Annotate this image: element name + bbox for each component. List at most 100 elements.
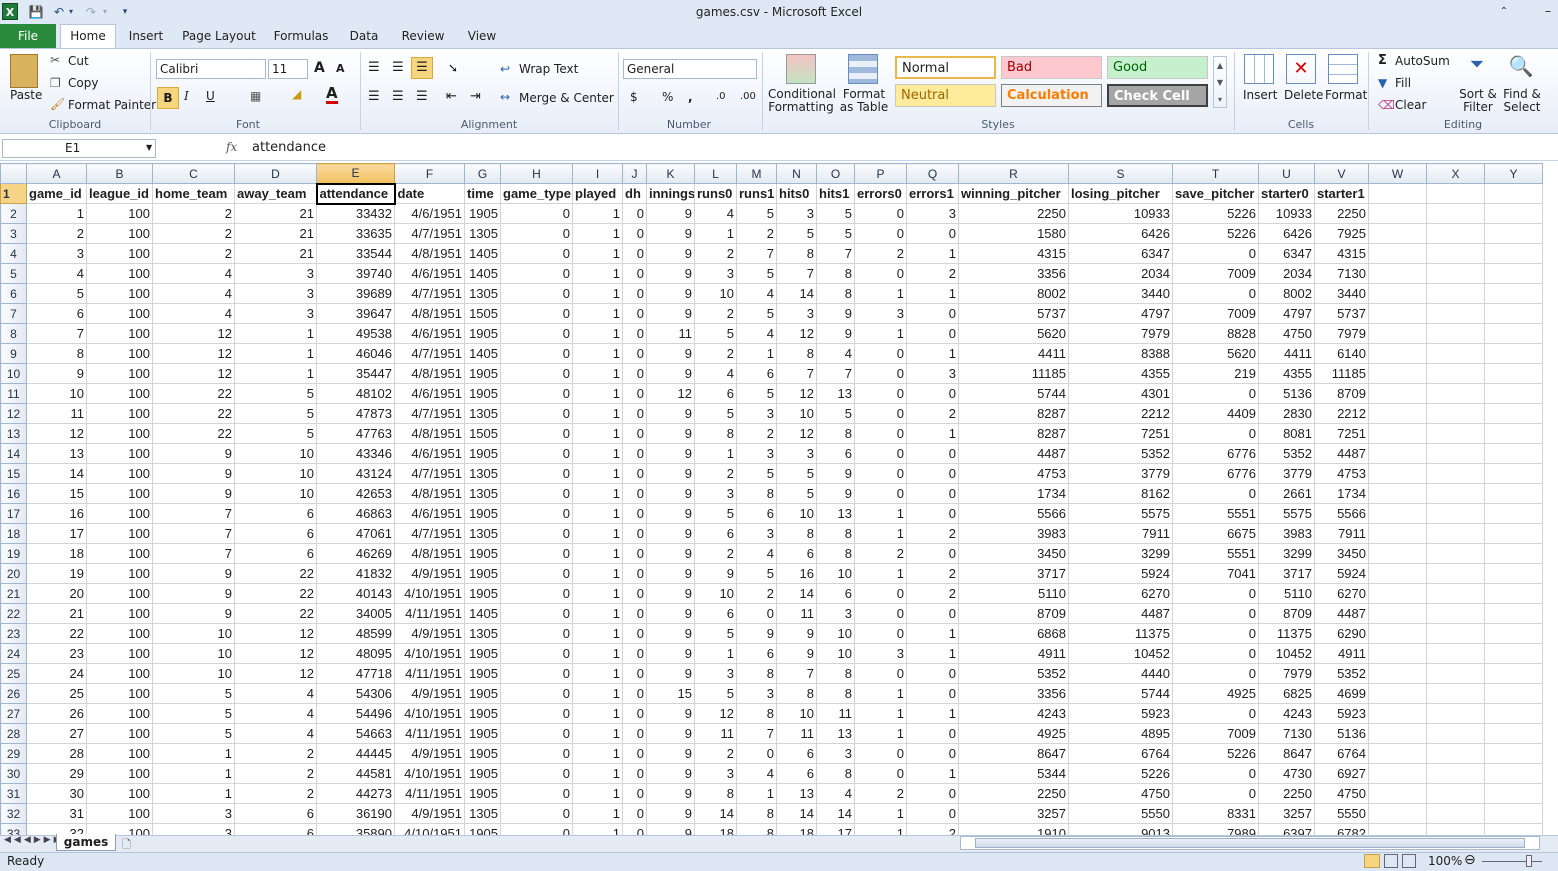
cell[interactable]: 5 bbox=[26, 283, 87, 304]
cell[interactable]: 1 bbox=[906, 423, 959, 444]
cell[interactable]: hits0 bbox=[776, 183, 817, 204]
cell[interactable]: 5352 bbox=[1258, 443, 1315, 464]
cell[interactable]: 5 bbox=[234, 383, 317, 404]
cell[interactable]: 0 bbox=[622, 403, 647, 424]
cell[interactable]: 8709 bbox=[958, 603, 1069, 624]
cell[interactable]: 4 bbox=[816, 343, 855, 364]
cell[interactable]: 4315 bbox=[958, 243, 1069, 264]
row-header[interactable]: 29 bbox=[0, 743, 27, 764]
formula-input[interactable]: attendance bbox=[252, 140, 326, 155]
cell[interactable]: 1 bbox=[854, 503, 907, 524]
cell[interactable]: 2 bbox=[26, 223, 87, 244]
autosum-button[interactable]: AutoSum bbox=[1395, 54, 1450, 68]
cell[interactable]: 8 bbox=[736, 483, 777, 504]
cell[interactable] bbox=[1368, 463, 1427, 484]
cell[interactable] bbox=[1368, 483, 1427, 504]
cell[interactable]: 2 bbox=[854, 783, 907, 804]
cell[interactable]: starter0 bbox=[1258, 183, 1315, 204]
cell[interactable]: 0 bbox=[622, 223, 647, 244]
cell[interactable] bbox=[1426, 523, 1485, 544]
cell[interactable]: 7009 bbox=[1172, 263, 1259, 284]
cell[interactable]: 100 bbox=[86, 683, 153, 704]
cell[interactable] bbox=[1484, 183, 1543, 204]
cell[interactable]: 2 bbox=[906, 523, 959, 544]
cell[interactable]: 7979 bbox=[1314, 323, 1369, 344]
cell[interactable] bbox=[1368, 243, 1427, 264]
cell[interactable]: 3299 bbox=[1068, 543, 1173, 564]
cell[interactable]: 21 bbox=[26, 603, 87, 624]
cell[interactable]: 41832 bbox=[316, 563, 395, 584]
cell[interactable] bbox=[1484, 563, 1543, 584]
row-header[interactable]: 17 bbox=[0, 503, 27, 524]
cell[interactable]: 11 bbox=[776, 723, 817, 744]
row-header[interactable]: 30 bbox=[0, 763, 27, 784]
cell[interactable]: 10 bbox=[776, 403, 817, 424]
cell[interactable]: 1 bbox=[572, 343, 623, 364]
cell[interactable]: 6140 bbox=[1314, 343, 1369, 364]
cell[interactable]: 4/7/1951 bbox=[394, 403, 465, 424]
cell[interactable] bbox=[1484, 443, 1543, 464]
style-bad[interactable]: Bad bbox=[1001, 56, 1102, 79]
style-good[interactable]: Good bbox=[1107, 56, 1208, 79]
cell[interactable]: 1 bbox=[906, 283, 959, 304]
column-header[interactable]: W bbox=[1368, 163, 1427, 184]
cell[interactable]: 1 bbox=[854, 563, 907, 584]
cell[interactable]: 0 bbox=[1172, 243, 1259, 264]
cell[interactable] bbox=[1484, 283, 1543, 304]
cell[interactable]: 0 bbox=[854, 403, 907, 424]
cell[interactable]: 0 bbox=[1172, 483, 1259, 504]
cell[interactable]: 0 bbox=[500, 803, 573, 824]
styles-scroll-icon[interactable]: ▲ ▼ ▾ bbox=[1213, 56, 1227, 108]
cell[interactable]: 54496 bbox=[316, 703, 395, 724]
cell[interactable]: 0 bbox=[906, 503, 959, 524]
cell[interactable] bbox=[1484, 403, 1543, 424]
cell[interactable]: 7911 bbox=[1068, 523, 1173, 544]
cell[interactable]: 1 bbox=[572, 283, 623, 304]
cell[interactable]: 4487 bbox=[958, 443, 1069, 464]
cell[interactable]: 3 bbox=[816, 603, 855, 624]
cell[interactable]: 1905 bbox=[464, 443, 501, 464]
cell[interactable]: 2 bbox=[736, 583, 777, 604]
cell[interactable]: 36190 bbox=[316, 803, 395, 824]
column-header[interactable]: T bbox=[1172, 163, 1259, 184]
cell[interactable]: 0 bbox=[906, 663, 959, 684]
cell[interactable] bbox=[1426, 683, 1485, 704]
cell[interactable]: 9 bbox=[646, 543, 695, 564]
cell[interactable]: 24 bbox=[26, 663, 87, 684]
cell[interactable]: 4/6/1951 bbox=[394, 323, 465, 344]
cell[interactable]: 1905 bbox=[464, 703, 501, 724]
row-header[interactable]: 11 bbox=[0, 383, 27, 404]
cell[interactable] bbox=[1368, 603, 1427, 624]
cell[interactable] bbox=[1368, 503, 1427, 524]
cell[interactable]: 1 bbox=[572, 523, 623, 544]
cell[interactable]: 4/6/1951 bbox=[394, 503, 465, 524]
cell[interactable]: 0 bbox=[500, 683, 573, 704]
cell[interactable]: 0 bbox=[622, 243, 647, 264]
cell[interactable]: 5924 bbox=[1314, 563, 1369, 584]
cell[interactable]: 0 bbox=[1172, 663, 1259, 684]
cell[interactable]: 0 bbox=[500, 783, 573, 804]
cell[interactable]: 12 bbox=[152, 343, 235, 364]
cell[interactable]: 100 bbox=[86, 223, 153, 244]
cell[interactable]: 8331 bbox=[1172, 803, 1259, 824]
cell[interactable]: 2 bbox=[854, 243, 907, 264]
cell[interactable]: 4/6/1951 bbox=[394, 383, 465, 404]
cell[interactable]: 3 bbox=[906, 363, 959, 384]
cell[interactable]: 7979 bbox=[1068, 323, 1173, 344]
cell[interactable]: 22 bbox=[234, 583, 317, 604]
cell[interactable]: 6675 bbox=[1172, 523, 1259, 544]
cell[interactable] bbox=[1368, 823, 1427, 835]
cell[interactable]: 4750 bbox=[1314, 783, 1369, 804]
cell[interactable]: 5744 bbox=[1068, 683, 1173, 704]
copy-button[interactable]: Copy bbox=[68, 76, 98, 90]
cell[interactable]: 5 bbox=[776, 463, 817, 484]
cell[interactable]: 100 bbox=[86, 303, 153, 324]
row-header[interactable]: 7 bbox=[0, 303, 27, 324]
cell[interactable]: 4/9/1951 bbox=[394, 623, 465, 644]
cell[interactable]: 6 bbox=[694, 523, 737, 544]
cell[interactable]: 8 bbox=[736, 703, 777, 724]
cell[interactable]: 2 bbox=[906, 823, 959, 835]
cell[interactable] bbox=[1426, 423, 1485, 444]
cell[interactable]: 0 bbox=[1172, 643, 1259, 664]
cell[interactable]: 8647 bbox=[958, 743, 1069, 764]
